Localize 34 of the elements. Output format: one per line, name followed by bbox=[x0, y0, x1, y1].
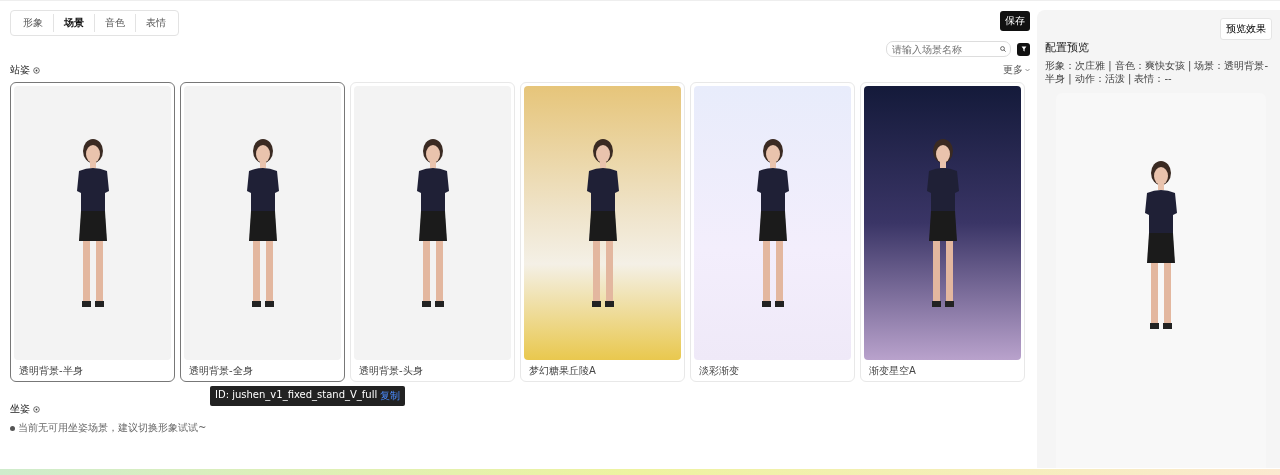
tab[interactable]: 形象 bbox=[13, 14, 54, 32]
info-icon bbox=[33, 405, 40, 413]
chevron-down-icon bbox=[1025, 68, 1030, 72]
scene-card[interactable]: 渐变星空A bbox=[860, 82, 1025, 382]
info-icon bbox=[33, 66, 40, 74]
search-icon bbox=[1000, 46, 1006, 52]
copy-link[interactable]: 复制 bbox=[380, 389, 401, 403]
more-link[interactable]: 更多 bbox=[1003, 63, 1030, 77]
scene-label: 透明背景-半身 bbox=[18, 364, 84, 378]
preview-button[interactable]: 预览效果 bbox=[1220, 18, 1272, 40]
scene-label: 透明背景-全身 bbox=[188, 364, 254, 378]
notice-text: 当前无可用坐姿场景，建议切换形象试试~ bbox=[18, 421, 207, 435]
scene-label: 透明背景-头身 bbox=[358, 364, 424, 378]
scene-card[interactable]: 淡彩渐变 bbox=[690, 82, 855, 382]
scene-card[interactable]: 梦幻糖果丘陵A bbox=[520, 82, 685, 382]
search-field[interactable]: 请输入场景名称 bbox=[886, 41, 1011, 57]
config-summary: 形象：次庄雅 | 音色：爽快女孩 | 场景：透明背景-半身 | 动作：活泼 | 表情：-- bbox=[1045, 59, 1270, 85]
filter-button[interactable] bbox=[1017, 42, 1030, 56]
tab[interactable]: 表情 bbox=[136, 14, 176, 32]
save-button[interactable]: 保存 bbox=[1000, 11, 1030, 31]
section-title: 站姿 bbox=[10, 63, 30, 77]
filter-icon bbox=[1020, 46, 1027, 52]
tab[interactable]: 音色 bbox=[95, 14, 136, 32]
scene-label: 渐变星空A bbox=[868, 364, 917, 378]
panel-title: 配置预览 bbox=[1045, 40, 1090, 55]
section-title: 坐姿 bbox=[10, 402, 30, 416]
info-icon bbox=[10, 425, 15, 431]
scene-card[interactable]: 透明背景-半身 bbox=[10, 82, 175, 382]
scene-card[interactable]: 透明背景-全身 bbox=[180, 82, 345, 382]
scene-label: 梦幻糖果丘陵A bbox=[528, 364, 597, 378]
tooltip-text: ID: jushen_v1_fixed_stand_V_full bbox=[215, 389, 378, 403]
tab[interactable]: 场景 bbox=[54, 14, 95, 32]
scene-label: 淡彩渐变 bbox=[698, 364, 740, 378]
scene-card[interactable]: 透明背景-头身 bbox=[350, 82, 515, 382]
